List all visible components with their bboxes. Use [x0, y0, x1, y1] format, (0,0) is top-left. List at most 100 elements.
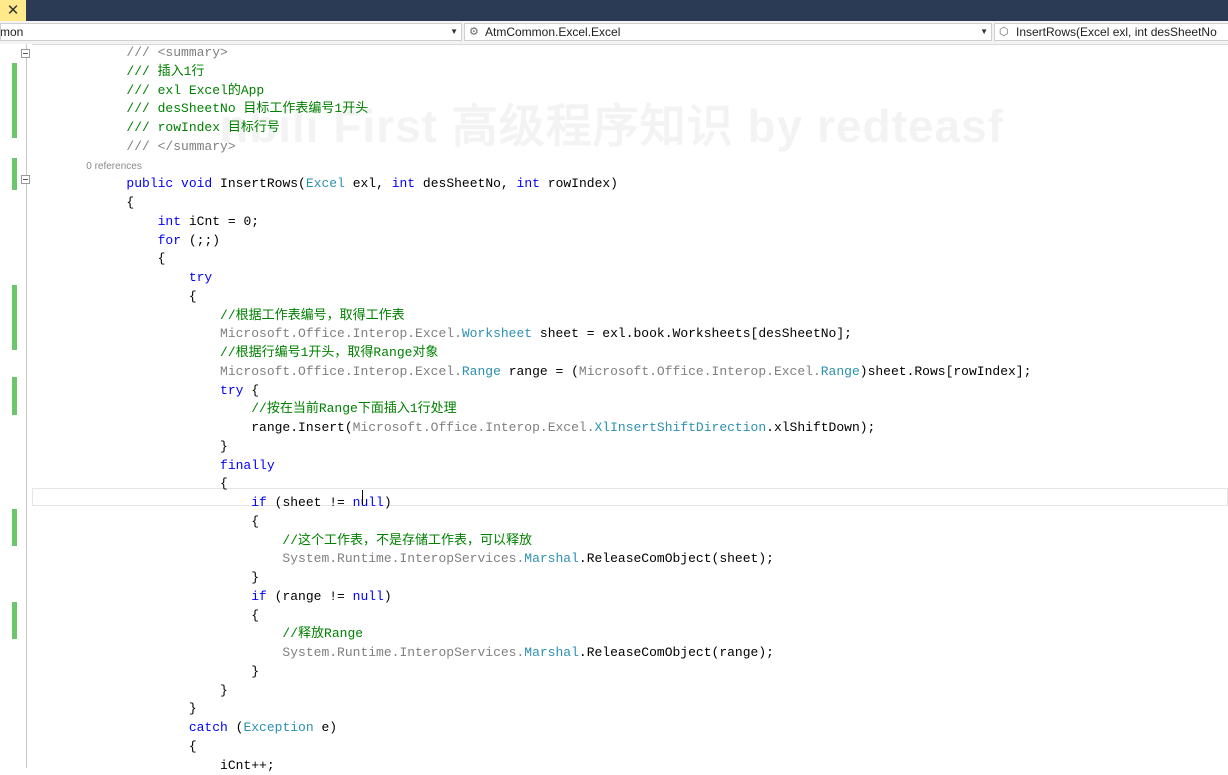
code-line: Microsoft.Office.Interop.Excel.Worksheet…	[64, 325, 852, 344]
code-token: //释放Range	[64, 626, 363, 641]
code-line: int iCnt = 0;	[64, 213, 259, 232]
code-token: Microsoft.Office.Interop.Excel.	[579, 364, 821, 379]
code-token: {	[64, 289, 197, 304]
code-line: 0 references	[64, 157, 142, 176]
code-token: /// rowIndex 目标行号	[64, 120, 280, 135]
change-marker	[12, 285, 17, 350]
code-line: try	[64, 269, 212, 288]
code-token	[64, 720, 189, 735]
text-caret	[362, 490, 363, 505]
code-token: null	[353, 495, 384, 510]
code-line: }	[64, 682, 228, 701]
code-token: Exception	[243, 720, 313, 735]
code-token: int	[158, 214, 189, 229]
code-line: try {	[64, 382, 259, 401]
code-token: {	[64, 195, 134, 210]
code-token: {	[64, 608, 259, 623]
code-token: Microsoft.Office.Interop.Excel.	[64, 364, 462, 379]
code-token: 0 references	[64, 161, 142, 172]
code-token	[64, 270, 189, 285]
code-line: //根据工作表编号，取得工作表	[64, 307, 405, 326]
code-token: }	[64, 664, 259, 679]
code-line: {	[64, 475, 228, 494]
type-dropdown-label: AtmCommon.Excel.Excel	[485, 24, 620, 40]
code-line: }	[64, 438, 228, 457]
code-token: XlInsertShiftDirection	[595, 420, 767, 435]
code-line: }	[64, 663, 259, 682]
code-token: rowIndex)	[548, 176, 618, 191]
code-token	[64, 176, 126, 191]
code-token: Excel	[306, 176, 345, 191]
code-line: public void InsertRows(Excel exl, int de…	[64, 175, 618, 194]
code-token: null	[353, 589, 384, 604]
change-marker	[12, 158, 17, 190]
chevron-down-icon: ▼	[980, 24, 988, 40]
code-token	[64, 233, 158, 248]
code-line: finally	[64, 457, 275, 476]
code-token: range.Insert(	[64, 420, 353, 435]
code-token: /// desSheetNo 目标工作表编号1开头	[64, 101, 368, 116]
code-line: //根据行编号1开头，取得Range对象	[64, 344, 438, 363]
code-line: if (sheet != null)	[64, 494, 392, 513]
code-token: {	[251, 383, 259, 398]
code-line: /// exl Excel的App	[64, 82, 264, 101]
code-token: Range	[462, 364, 501, 379]
project-dropdown-label: mon	[0, 24, 23, 40]
code-token: Worksheet	[462, 326, 532, 341]
code-token: (;;)	[189, 233, 220, 248]
code-token	[64, 214, 158, 229]
code-line: {	[64, 513, 259, 532]
code-line: System.Runtime.InteropServices.Marshal.R…	[64, 550, 774, 569]
code-line: Microsoft.Office.Interop.Excel.Range ran…	[64, 363, 1031, 382]
code-line: System.Runtime.InteropServices.Marshal.R…	[64, 644, 774, 663]
code-token: {	[64, 739, 197, 754]
code-token: iCnt = 0;	[189, 214, 259, 229]
change-marker	[12, 63, 17, 138]
code-line: /// <summary>	[64, 44, 228, 63]
code-token: int	[392, 176, 423, 191]
code-token	[64, 495, 251, 510]
type-dropdown[interactable]: ⚙ AtmCommon.Excel.Excel ▼	[464, 23, 992, 41]
change-marker	[12, 602, 17, 639]
code-line: {	[64, 194, 134, 213]
code-token	[64, 589, 251, 604]
code-token: .xlShiftDown);	[766, 420, 875, 435]
code-token: }	[64, 570, 259, 585]
code-token: finally	[220, 458, 275, 473]
chevron-down-icon: ▼	[450, 24, 458, 40]
code-token: .ReleaseComObject(sheet);	[579, 551, 774, 566]
code-line: //释放Range	[64, 625, 363, 644]
code-line: }	[64, 700, 197, 719]
code-token: }	[64, 439, 228, 454]
code-token: e)	[314, 720, 337, 735]
code-token: InsertRows(	[220, 176, 306, 191]
collapse-toggle[interactable]	[21, 49, 30, 58]
code-token: for	[158, 233, 189, 248]
code-token	[64, 458, 220, 473]
code-token: desSheetNo,	[423, 176, 517, 191]
code-token: }	[64, 701, 197, 716]
code-line: /// 插入1行	[64, 63, 204, 82]
code-token: System.Runtime.InteropServices.	[64, 551, 524, 566]
code-line: iCnt++;	[64, 757, 275, 775]
code-line: /// rowIndex 目标行号	[64, 119, 280, 138]
code-line: for (;;)	[64, 232, 220, 251]
code-token: Marshal	[524, 645, 579, 660]
code-line: catch (Exception e)	[64, 719, 337, 738]
code-token: exl,	[345, 176, 392, 191]
code-token: (sheet !=	[275, 495, 353, 510]
code-token: iCnt++;	[64, 758, 275, 773]
code-token: try	[220, 383, 251, 398]
code-token: Microsoft.Office.Interop.Excel.	[64, 326, 462, 341]
member-dropdown[interactable]: ⬡ InsertRows(Excel exl, int desSheetNo	[994, 23, 1228, 41]
member-dropdown-label: InsertRows(Excel exl, int desSheetNo	[1016, 24, 1217, 40]
collapse-toggle[interactable]	[21, 175, 30, 184]
change-marker	[12, 377, 17, 415]
code-line: {	[64, 288, 197, 307]
outline-line	[26, 44, 27, 768]
class-icon: ⚙	[469, 24, 479, 40]
close-tab-button[interactable]: ✕	[0, 0, 26, 21]
method-icon: ⬡	[999, 24, 1009, 40]
code-line: {	[64, 250, 165, 269]
project-dropdown[interactable]: mon ▼	[0, 23, 462, 41]
